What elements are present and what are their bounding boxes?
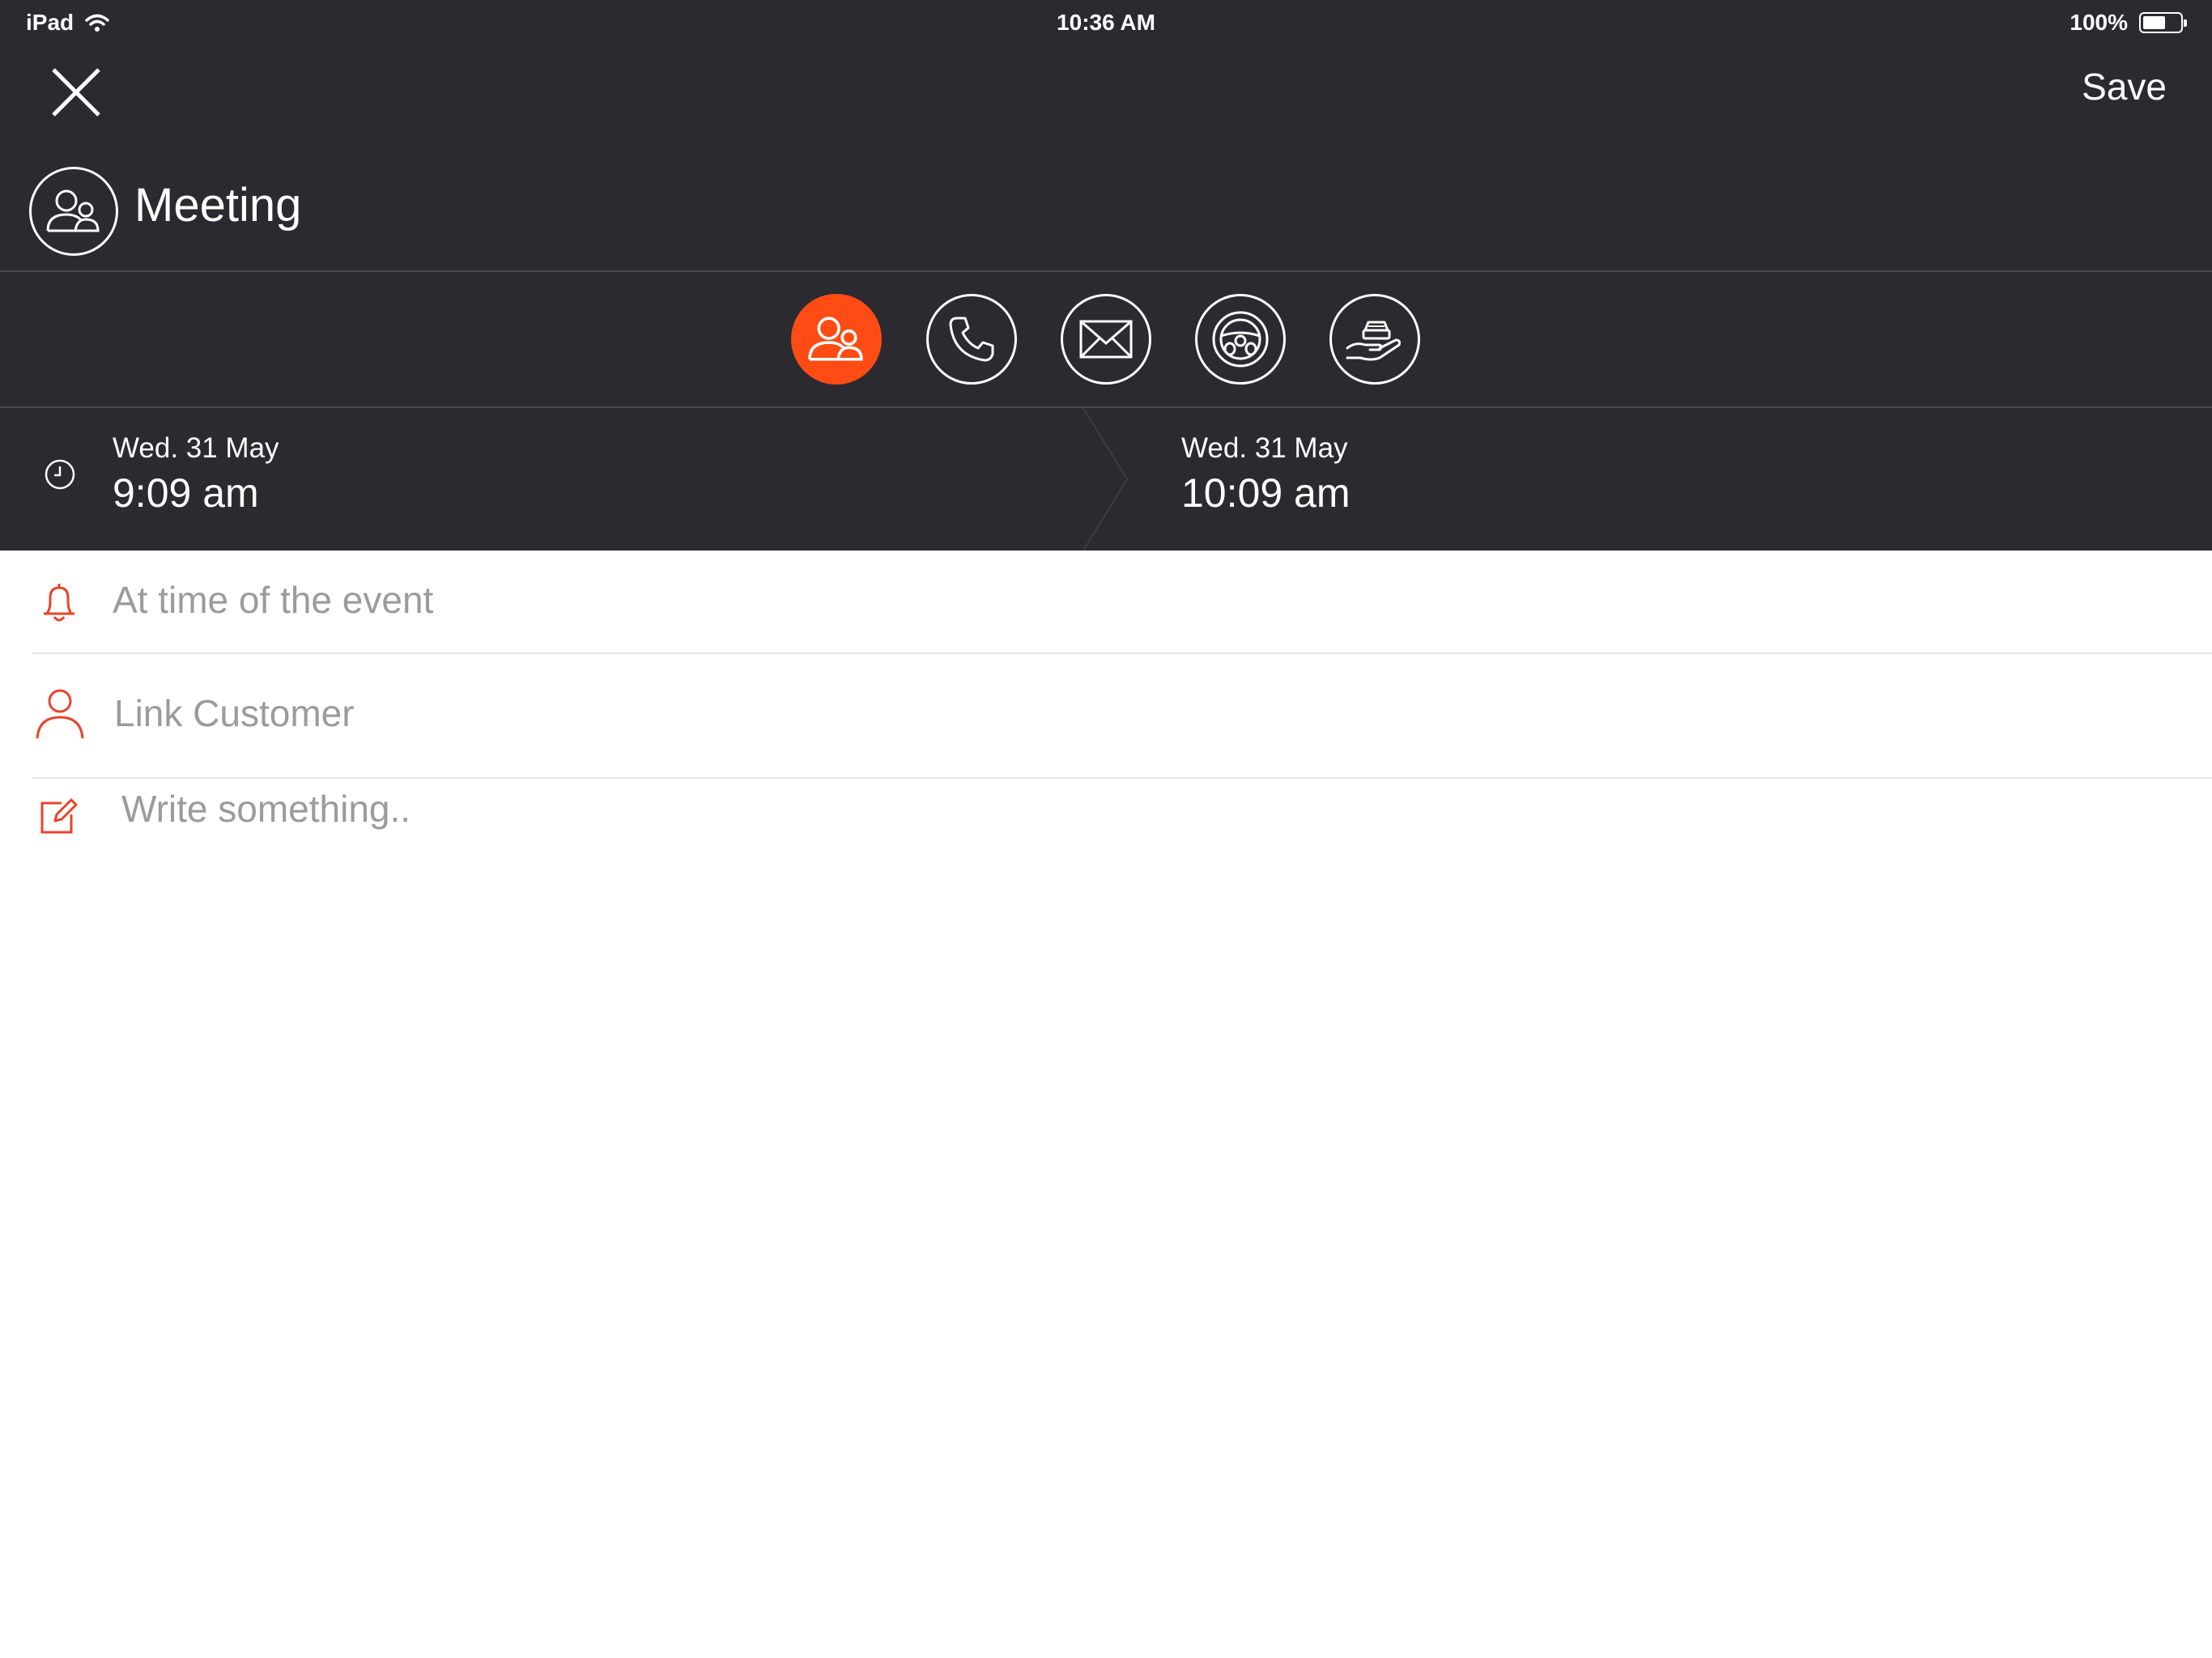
note-row (32, 777, 2212, 1587)
link-customer-label: Link Customer (114, 692, 355, 734)
start-date: Wed. 31 May (113, 432, 279, 464)
edit-icon (40, 798, 78, 834)
person-icon (36, 689, 84, 739)
steering-wheel-icon (1212, 311, 1269, 368)
phone-icon (949, 317, 994, 362)
close-button[interactable] (44, 60, 108, 125)
meeting-icon (808, 317, 863, 361)
battery-percent: 100% (2069, 10, 2128, 35)
type-delivery-button[interactable] (1329, 294, 1420, 385)
event-type-selector (0, 272, 2212, 408)
status-right: 100% (2069, 10, 2187, 36)
date-range-row: Wed. 31 May 9:09 am Wed. 31 May 10:09 am (0, 408, 2212, 551)
car-delivery-icon (1346, 321, 1401, 361)
status-left: iPad (26, 10, 109, 36)
status-time: 10:36 AM (1057, 10, 1155, 35)
event-title-row: Meeting (0, 136, 2212, 272)
reminder-label: At time of the event (113, 579, 434, 621)
start-date-picker[interactable]: Wed. 31 May 9:09 am (113, 432, 279, 517)
battery-icon (2139, 12, 2187, 33)
device-name: iPad (26, 10, 74, 35)
type-email-button[interactable] (1061, 294, 1151, 385)
save-button[interactable]: Save (2082, 65, 2167, 108)
end-time: 10:09 am (1181, 470, 1351, 516)
close-icon (52, 68, 100, 117)
type-meeting-button[interactable] (791, 294, 882, 385)
nav-bar: Save (0, 45, 2212, 136)
clock-icon (45, 459, 75, 490)
end-date: Wed. 31 May (1181, 432, 1348, 464)
envelope-icon (1079, 320, 1133, 359)
start-time: 9:09 am (113, 470, 259, 516)
note-input[interactable] (120, 785, 2144, 1271)
type-call-button[interactable] (926, 294, 1017, 385)
page-title: Meeting (134, 179, 302, 232)
status-bar: iPad 10:36 AM 100% (0, 0, 2212, 45)
type-test-drive-button[interactable] (1195, 294, 1286, 385)
link-customer-row[interactable]: Link Customer (32, 654, 2212, 779)
meeting-icon (29, 167, 118, 256)
reminder-row[interactable]: At time of the event (32, 551, 2212, 654)
end-date-picker[interactable]: Wed. 31 May 10:09 am (1181, 432, 1350, 517)
battery-level (2143, 16, 2166, 29)
wifi-icon (85, 14, 109, 32)
chevron-right-icon (1083, 408, 1129, 551)
bell-icon (44, 584, 74, 622)
